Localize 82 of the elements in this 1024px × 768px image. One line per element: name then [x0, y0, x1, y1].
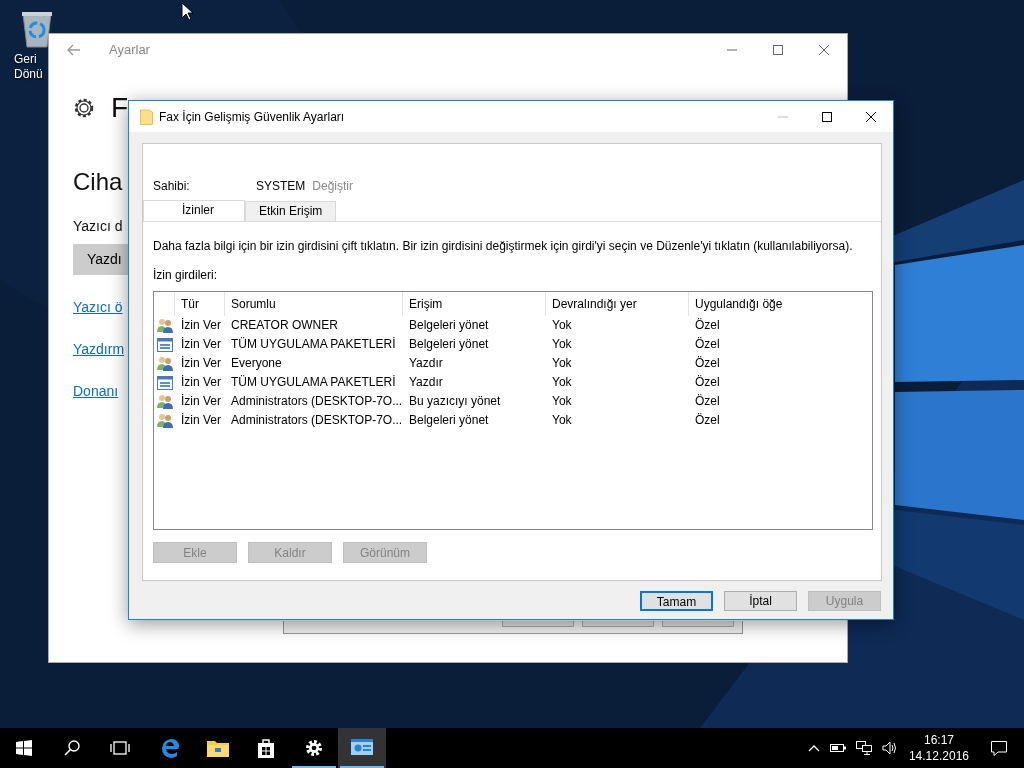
users-icon: [157, 318, 173, 333]
table-cell-text: Özel: [694, 355, 721, 372]
users-icon: [157, 413, 173, 428]
table-cell-text: Belgeleri yönet: [408, 317, 490, 334]
table-cell-text: CREATOR OWNER: [230, 317, 339, 334]
table-cell-text: Özel: [694, 393, 721, 410]
clock-date[interactable]: 14.12.2016: [908, 748, 969, 764]
window-title: Ayarlar: [109, 41, 150, 60]
table-cell-text: Yok: [551, 374, 573, 391]
settings-icon: [73, 97, 95, 119]
column-header[interactable]: Uygulandığı öğe: [689, 292, 872, 316]
table-cell-text: Yok: [551, 336, 573, 353]
table-cell-text: Özel: [694, 374, 721, 391]
window-title: Fax İçin Gelişmiş Güvenlik Ayarları: [159, 108, 345, 126]
battery-icon[interactable]: [829, 743, 846, 753]
table-cell-text: İzin Ver: [180, 374, 223, 391]
folder-icon[interactable]: [207, 739, 229, 757]
maximize-icon[interactable]: [822, 111, 832, 122]
back-icon[interactable]: [67, 44, 81, 56]
description-text: Daha fazla bilgi için bir izin girdisini çift tıklatın. Bir izin girdisini değiştirmek için girdi'yi seçin ve Düzenle'yi tıklatın (kullanılabiliyorsa).: [153, 238, 854, 255]
start-icon[interactable]: [16, 740, 32, 756]
list-label: İzin girdileri:: [153, 267, 219, 284]
notification-icon[interactable]: [991, 740, 1007, 756]
settings-link[interactable]: Yazdırm: [73, 339, 125, 360]
control-panel-icon[interactable]: [351, 739, 373, 757]
table-cell-text: Yok: [551, 317, 573, 334]
table-cell-text: Yok: [551, 355, 573, 372]
table-cell-text: Bu yazıcıyı yönet: [408, 393, 502, 410]
settings-link[interactable]: Donanı: [73, 381, 119, 402]
volume-icon[interactable]: [881, 741, 898, 755]
section-title: Ciha: [73, 167, 123, 197]
table-cell-text: Belgeleri yönet: [408, 336, 490, 353]
print-button[interactable]: Yazdı: [73, 244, 129, 275]
icon-label: Geri Dönü: [14, 52, 44, 82]
table-cell-text: Administrators (DESKTOP-7O...: [230, 393, 403, 410]
taskbar-button[interactable]: [338, 728, 386, 768]
dialog-button[interactable]: Tamam: [640, 591, 713, 611]
cursor-icon: [181, 2, 193, 21]
table-cell-text: Özel: [694, 412, 721, 429]
users-icon: [157, 394, 173, 409]
settings-icon[interactable]: [304, 738, 324, 758]
column-header[interactable]: Tür: [175, 292, 225, 316]
clock-time[interactable]: 16:17: [908, 732, 969, 748]
search-icon[interactable]: [64, 740, 80, 756]
app-window-icon: [157, 375, 173, 390]
task-view-icon[interactable]: [110, 741, 130, 755]
users-icon: [157, 356, 173, 371]
table-cell-text: Yazdır: [408, 374, 444, 391]
table-cell-text: İzin Ver: [180, 336, 223, 353]
table-cell-text: Belgeleri yönet: [408, 412, 490, 429]
folder-icon: [140, 108, 153, 125]
tab[interactable]: Etkin Erişim: [245, 201, 337, 221]
table-cell-text: İzin Ver: [180, 412, 223, 429]
field-label: Yazıcı d: [73, 217, 123, 236]
column-header[interactable]: Erişim: [403, 292, 546, 316]
page-heading: F: [111, 94, 129, 122]
table-cell-text: İzin Ver: [180, 393, 223, 410]
app-window-icon: [157, 337, 173, 352]
table-cell-text: İzin Ver: [180, 355, 223, 372]
owner-name: SYSTEM: [256, 178, 306, 195]
settings-link[interactable]: Yazıcı ö: [73, 297, 123, 318]
shopping-bag-icon[interactable]: [257, 738, 275, 758]
owner-label: Sahibi:: [153, 178, 191, 195]
table-cell-text: İzin Ver: [180, 317, 223, 334]
chevron-up-icon[interactable]: [807, 744, 820, 752]
close-icon[interactable]: [866, 111, 876, 122]
table-cell-text: Yok: [551, 412, 573, 429]
column-header[interactable]: Devralındığı yer: [546, 292, 689, 316]
table-cell-text: Administrators (DESKTOP-7O...: [230, 412, 403, 429]
change-link[interactable]: Değiştir: [312, 177, 354, 195]
network-icon[interactable]: [855, 741, 872, 755]
tab[interactable]: İzinler: [143, 200, 245, 221]
column-header[interactable]: Sorumlu: [225, 292, 403, 316]
table-cell-text: Yazdır: [408, 355, 444, 372]
table-cell-text: Everyone: [230, 355, 283, 372]
table-cell-text: Özel: [694, 317, 721, 334]
table-cell-text: TÜM UYGULAMA PAKETLERİ: [230, 336, 397, 353]
table-cell-text: TÜM UYGULAMA PAKETLERİ: [230, 374, 397, 391]
browser-icon[interactable]: [160, 738, 180, 758]
table-cell-text: Yok: [551, 393, 573, 410]
dialog-button[interactable]: İptal: [724, 591, 797, 611]
table-cell-text: Özel: [694, 336, 721, 353]
